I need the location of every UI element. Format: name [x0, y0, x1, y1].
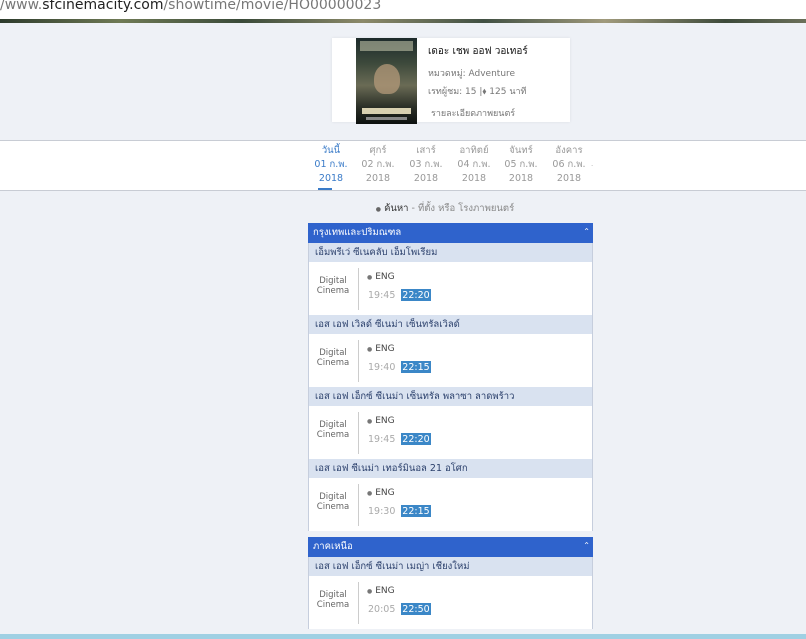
cinema-name[interactable]: เอส เอฟ เอ็กซ์ ซีเนม่า เมญ่า เชียงใหม่	[308, 557, 593, 576]
divider	[358, 484, 359, 526]
showtime-row: Digital Cinema ● ENG 20:05 22:50	[308, 576, 593, 629]
divider	[358, 340, 359, 382]
date-tab-day: เสาร์	[416, 145, 436, 156]
region-header[interactable]: ภาคเหนือ ⌃	[308, 537, 593, 557]
collapse-chevron-icon[interactable]: ⌃	[583, 222, 590, 242]
date-tab-date: 06 ก.พ.	[552, 159, 586, 170]
url-path: /showtime/movie/HO00000023	[163, 0, 382, 13]
date-tab-year: 2018	[556, 173, 582, 184]
showtime-row: Digital Cinema ● ENG 19:30 22:15	[308, 478, 593, 531]
url-prefix: /www.	[0, 0, 43, 13]
cinema-name[interactable]: เอ็มพรีเว่ ซีเนคลับ เอ็มโพเรียม	[308, 243, 593, 262]
screen-format: Digital Cinema	[316, 420, 350, 440]
bottom-bar	[0, 634, 806, 639]
audio-language: ● ENG	[367, 416, 395, 426]
cinema-name[interactable]: เอส เอฟ เอ็กซ์ ซีเนม่า เซ็นทรัล พลาซา ลา…	[308, 387, 593, 406]
date-tab-year: 2018	[508, 173, 534, 184]
date-tab-date: 01 ก.พ.	[314, 159, 348, 170]
active-date-indicator	[318, 188, 332, 190]
language-bullet-icon: ●	[367, 274, 373, 281]
date-tab-4[interactable]: จันทร์ 05 ก.พ. 2018	[498, 144, 544, 186]
divider	[358, 268, 359, 310]
url-host: sfcinemacity.com	[42, 0, 164, 13]
search-hint: - ที่ตั้ง หรือ โรงภาพยนตร์	[408, 203, 515, 214]
audio-language: ● ENG	[367, 272, 395, 282]
date-tab-day: ศุกร์	[369, 145, 387, 156]
audio-language: ● ENG	[367, 344, 395, 354]
language-bullet-icon: ●	[367, 346, 373, 353]
date-tab-date: 05 ก.พ.	[504, 159, 538, 170]
movie-poster[interactable]	[356, 38, 417, 124]
movie-rating-duration: เรทผู้ชม: 15 |⬧ 125 นาที	[428, 87, 527, 97]
movie-detail-link[interactable]: รายละเอียดภาพยนตร์	[431, 106, 515, 120]
showtime-button[interactable]: 22:20	[401, 433, 431, 445]
audio-language: ● ENG	[367, 586, 395, 596]
divider	[358, 412, 359, 454]
url-text: /www.sfcinemacity.com/showtime/movie/HO0…	[0, 0, 381, 13]
language-bullet-icon: ●	[367, 588, 373, 595]
screen-format: Digital Cinema	[316, 492, 350, 512]
showtime-row: Digital Cinema ● ENG 19:45 22:20	[308, 406, 593, 459]
date-tab-0[interactable]: วันนี้ 01 ก.พ. 2018	[308, 144, 354, 190]
showtime-row: Digital Cinema ● ENG 19:45 22:20	[308, 262, 593, 315]
date-selector: · วันนี้ 01 ก.พ. 2018 ศุกร์ 02 ก.พ. 2018 เสาร์…	[0, 140, 806, 191]
date-tab-date: 02 ก.พ.	[361, 159, 395, 170]
screen-format: Digital Cinema	[316, 276, 350, 296]
showtime-schedule: กรุงเทพและปริมณฑล ⌃ เอ็มพรีเว่ ซีเนคลับ เอ…	[308, 223, 593, 629]
date-tab-date: 03 ก.พ.	[409, 159, 443, 170]
past-showtime: 20:05	[368, 604, 396, 615]
search-bullet-icon: ●	[375, 206, 382, 213]
address-bar[interactable]: /www.sfcinemacity.com/showtime/movie/HO0…	[0, 0, 806, 19]
past-showtime: 19:45	[368, 434, 396, 445]
date-tab-year: 2018	[461, 173, 487, 184]
collapse-chevron-icon[interactable]: ⌃	[583, 536, 590, 556]
divider	[358, 582, 359, 624]
showtime-button[interactable]: 22:20	[401, 289, 431, 301]
date-tab-2[interactable]: เสาร์ 03 ก.พ. 2018	[403, 144, 449, 186]
date-tab-date: 04 ก.พ.	[457, 159, 491, 170]
date-tab-1[interactable]: ศุกร์ 02 ก.พ. 2018	[355, 144, 401, 186]
search-prompt[interactable]: ● ค้นหา - ที่ตั้ง หรือ โรงภาพยนตร์	[0, 201, 806, 216]
date-tab-3[interactable]: อาทิตย์ 04 ก.พ. 2018	[451, 144, 497, 186]
date-tab-day: อาทิตย์	[459, 145, 489, 156]
movie-genre: หมวดหมู่: Adventure	[428, 69, 516, 79]
cinema-name[interactable]: เอส เอฟ ซีเนม่า เทอร์มินอล 21 อโศก	[308, 459, 593, 478]
past-showtime: 19:30	[368, 506, 396, 517]
past-showtime: 19:40	[368, 362, 396, 373]
date-tab-day: วันนี้	[321, 145, 341, 156]
showtime-row: Digital Cinema ● ENG 19:40 22:15	[308, 334, 593, 387]
language-bullet-icon: ●	[367, 490, 373, 497]
date-tab-day: จันทร์	[509, 145, 533, 156]
date-tab-year: 2018	[318, 173, 344, 184]
movie-info-card: เดอะ เชพ ออฟ วอเทอร์ หมวดหมู่: Adventure…	[332, 38, 570, 124]
region-header[interactable]: กรุงเทพและปริมณฑล ⌃	[308, 223, 593, 243]
date-tab-year: 2018	[413, 173, 439, 184]
region-name: ภาคเหนือ	[313, 541, 353, 552]
showtime-button[interactable]: 22:15	[401, 361, 431, 373]
region-name: กรุงเทพและปริมณฑล	[313, 227, 402, 238]
date-tab-day: อังคาร	[555, 145, 583, 156]
showtime-button[interactable]: 22:50	[401, 603, 431, 615]
date-tab-year: 2018	[365, 173, 391, 184]
language-bullet-icon: ●	[367, 418, 373, 425]
date-tab-5[interactable]: อังคาร 06 ก.พ. 2018	[546, 144, 592, 186]
header-banner	[0, 19, 806, 23]
screen-format: Digital Cinema	[316, 590, 350, 610]
showtime-button[interactable]: 22:15	[401, 505, 431, 517]
cinema-name[interactable]: เอส เอฟ เวิลด์ ซีเนม่า เซ็นทรัลเวิลด์	[308, 315, 593, 334]
movie-title: เดอะ เชพ ออฟ วอเทอร์	[428, 46, 528, 57]
screen-format: Digital Cinema	[316, 348, 350, 368]
audio-language: ● ENG	[367, 488, 395, 498]
search-label: ค้นหา	[384, 203, 409, 214]
past-showtime: 19:45	[368, 290, 396, 301]
